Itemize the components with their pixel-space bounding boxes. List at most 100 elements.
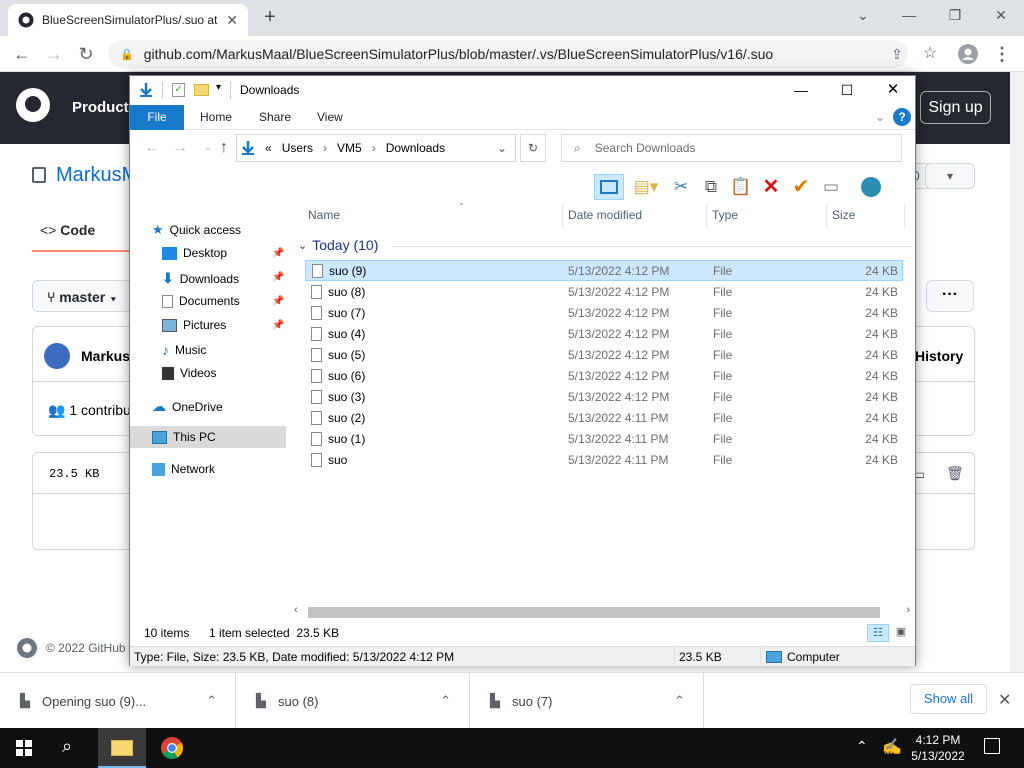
pin-icon[interactable]: 📌 <box>272 320 284 331</box>
tab-home[interactable]: Home <box>200 105 232 130</box>
paste-icon[interactable]: 📋 <box>728 174 754 200</box>
explorer-back-button[interactable]: ← <box>140 136 164 160</box>
close-downloads-icon[interactable]: ✕ <box>998 690 1011 710</box>
nav-music[interactable]: ♪ Music <box>162 342 206 358</box>
refresh-button[interactable]: ↻ <box>520 134 546 162</box>
sign-up-button[interactable]: Sign up <box>920 91 991 124</box>
nav-pictures[interactable]: Pictures <box>162 318 226 332</box>
explorer-forward-button[interactable]: → <box>168 136 192 160</box>
preview-pane-icon[interactable] <box>594 174 624 200</box>
page-scrollbar[interactable] <box>1010 72 1024 672</box>
scroll-right-icon[interactable]: › <box>906 604 910 616</box>
breadcrumb[interactable]: « Users › VM5 › Downloads ⌄ <box>236 134 516 162</box>
file-row[interactable]: suo (6) 5/13/2022 4:12 PM File 24 KB <box>305 366 903 387</box>
properties-window-icon[interactable]: ▭ <box>818 174 844 200</box>
explorer-minimize-button[interactable]: — <box>778 78 824 102</box>
repo-owner-link[interactable]: MarkusM <box>56 164 138 187</box>
quick-access-dropdown-icon[interactable]: ▾ <box>216 82 221 93</box>
file-explorer-taskbar-button[interactable] <box>98 728 146 768</box>
history-link[interactable]: History <box>915 348 963 364</box>
chevron-up-icon[interactable]: ⌃ <box>440 693 451 709</box>
details-view-icon[interactable]: ☷ <box>867 624 889 642</box>
bookmark-star-icon[interactable]: ☆ <box>918 42 942 66</box>
download-item[interactable]: ▙ suo (7) ⌃ <box>470 673 704 729</box>
rename-check-icon[interactable]: ✔ <box>788 174 814 200</box>
nav-documents[interactable]: Documents <box>162 294 240 308</box>
download-item[interactable]: ▙ Opening suo (9)... ⌃ <box>0 673 236 729</box>
breadcrumb-users[interactable]: Users <box>282 141 313 155</box>
nav-onedrive[interactable]: ☁ OneDrive <box>152 398 223 415</box>
help-icon[interactable]: ? <box>893 108 911 126</box>
file-row[interactable]: suo (2) 5/13/2022 4:11 PM File 24 KB <box>305 408 903 429</box>
explorer-maximize-button[interactable]: ☐ <box>824 78 870 102</box>
properties-icon[interactable]: ✓ <box>172 83 185 97</box>
pin-icon[interactable]: 📌 <box>272 296 284 307</box>
search-taskbar-icon[interactable]: ⌕ <box>62 736 72 757</box>
column-type[interactable]: Type <box>712 208 738 222</box>
file-row[interactable]: suo (8) 5/13/2022 4:12 PM File 24 KB <box>305 282 903 303</box>
ribbon-expand-icon[interactable]: ⌄ <box>875 110 885 124</box>
notifications-icon[interactable] <box>984 738 1000 754</box>
file-row[interactable]: suo (5) 5/13/2022 4:12 PM File 24 KB <box>305 345 903 366</box>
pin-icon[interactable]: 📌 <box>272 272 284 283</box>
cut-icon[interactable]: ✂ <box>668 174 694 200</box>
large-icons-view-icon[interactable]: ▣ <box>891 624 911 642</box>
address-dropdown-icon[interactable]: ⌄ <box>497 141 507 155</box>
file-row[interactable]: suo (9) 5/13/2022 4:12 PM File 24 KB <box>305 260 903 281</box>
show-all-button[interactable]: Show all <box>910 684 987 714</box>
pen-icon[interactable]: ✍ <box>882 737 902 757</box>
breadcrumb-downloads[interactable]: Downloads <box>386 141 445 155</box>
nav-quick-access[interactable]: ★ Quick access <box>152 222 241 238</box>
chevron-down-icon[interactable]: ⌄ <box>840 0 886 30</box>
column-date-modified[interactable]: Date modified <box>568 208 642 222</box>
nav-downloads[interactable]: ⬇ Downloads <box>162 270 239 287</box>
windows-start-icon[interactable] <box>16 740 32 756</box>
breadcrumb-vm5[interactable]: VM5 <box>337 141 362 155</box>
nav-desktop[interactable]: Desktop <box>162 246 227 260</box>
trash-icon[interactable]: 🗑 <box>946 465 964 482</box>
forward-button[interactable]: → <box>42 42 66 66</box>
address-bar[interactable]: 🔒 github.com/MarkusMaal/BlueScreenSimula… <box>108 40 908 68</box>
nav-videos[interactable]: Videos <box>162 366 216 380</box>
delete-icon[interactable]: ✕ <box>758 174 784 200</box>
minimize-button[interactable]: — <box>886 0 932 30</box>
column-name[interactable]: Name <box>308 208 340 222</box>
group-header[interactable]: ⌄ Today (10) <box>298 237 378 253</box>
close-browser-button[interactable]: ✕ <box>978 0 1024 30</box>
scroll-left-icon[interactable]: ‹ <box>294 604 298 616</box>
explorer-close-button[interactable]: ✕ <box>870 78 916 102</box>
file-row[interactable]: suo (1) 5/13/2022 4:11 PM File 24 KB <box>305 429 903 450</box>
more-options-button[interactable]: ··· <box>926 280 974 312</box>
tab-view[interactable]: View <box>317 105 343 130</box>
breadcrumb-overflow[interactable]: « <box>265 141 272 155</box>
column-size[interactable]: Size <box>832 208 855 222</box>
star-dropdown-caret-icon[interactable]: ▾ <box>925 163 975 189</box>
taskbar-clock[interactable]: 4:12 PM 5/13/2022 <box>906 732 970 764</box>
search-input[interactable]: ⌕ Search Downloads <box>561 134 902 162</box>
new-folder-icon[interactable] <box>194 84 209 96</box>
download-item[interactable]: ▙ suo (8) ⌃ <box>236 673 470 729</box>
nav-network[interactable]: Network <box>152 462 215 476</box>
branch-selector[interactable]: ⑂ master ▾ <box>32 280 142 312</box>
menu-dots-icon[interactable]: ⋮ <box>990 42 1014 66</box>
file-row[interactable]: suo (4) 5/13/2022 4:12 PM File 24 KB <box>305 324 903 345</box>
contributors-link[interactable]: 👥 1 contribu <box>48 402 131 419</box>
reload-button[interactable]: ↻ <box>74 42 98 66</box>
file-row[interactable]: suo (3) 5/13/2022 4:12 PM File 24 KB <box>305 387 903 408</box>
browser-tab[interactable]: BlueScreenSimulatorPlus/.suo at ✕ <box>8 4 248 36</box>
scroll-thumb[interactable] <box>308 607 880 618</box>
copy-icon[interactable]: ⧉ <box>698 174 724 200</box>
file-row[interactable]: suo (7) 5/13/2022 4:12 PM File 24 KB <box>305 303 903 324</box>
tab-share[interactable]: Share <box>259 105 291 130</box>
profile-icon[interactable] <box>956 42 980 66</box>
chevron-up-icon[interactable]: ⌃ <box>674 693 685 709</box>
chevron-up-tray-icon[interactable]: ⌃ <box>856 738 868 755</box>
chrome-taskbar-button[interactable] <box>148 728 196 768</box>
globe-icon[interactable] <box>858 174 884 200</box>
folder-options-icon[interactable]: ▤▾ <box>628 174 664 200</box>
restore-button[interactable]: ❐ <box>932 0 978 30</box>
share-icon[interactable]: ⇪ <box>885 42 909 66</box>
tab-file[interactable]: File <box>130 105 184 130</box>
tab-code[interactable]: <> Code <box>40 222 95 238</box>
tab-close-icon[interactable]: ✕ <box>226 12 238 29</box>
